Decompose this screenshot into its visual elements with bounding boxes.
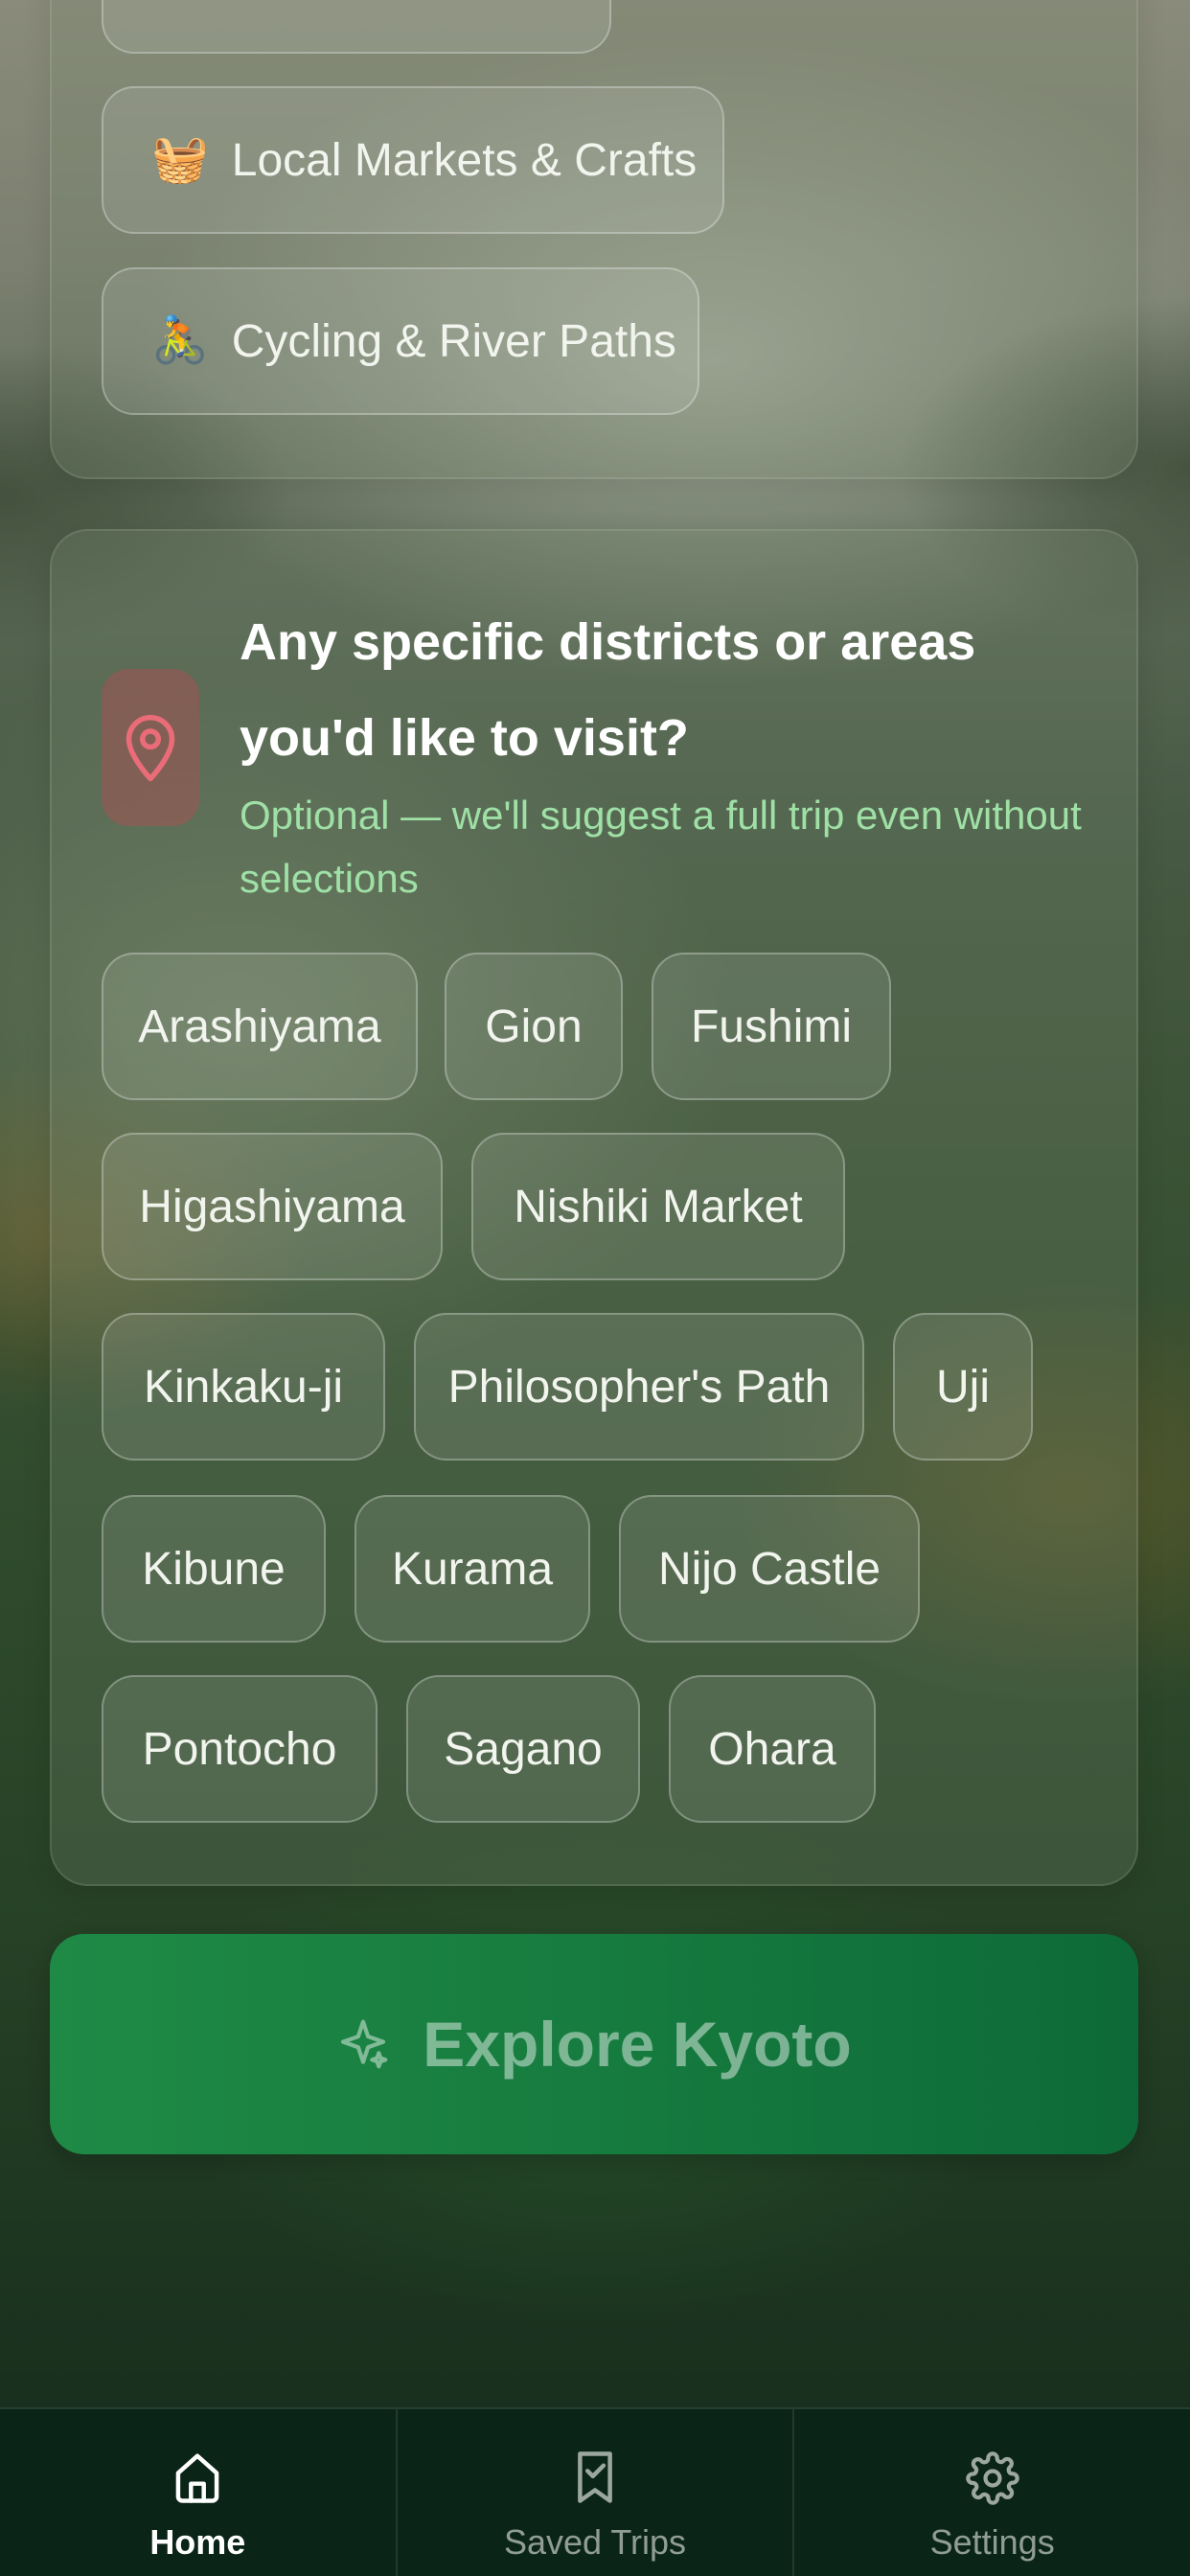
interest-pill-cycling[interactable]: 🚴 Cycling & River Paths xyxy=(102,267,699,415)
district-pill-pontocho[interactable]: Pontocho xyxy=(102,1675,378,1823)
district-pill-ohara[interactable]: Ohara xyxy=(669,1675,876,1823)
interest-label: Local Markets & Crafts xyxy=(231,134,698,186)
district-pill-uji[interactable]: Uji xyxy=(893,1313,1033,1460)
district-pill-arashiyama[interactable]: Arashiyama xyxy=(102,953,418,1100)
explore-button-label: Explore Kyoto xyxy=(423,2009,852,2080)
district-pill-gion[interactable]: Gion xyxy=(445,953,623,1100)
district-pill-fushimi[interactable]: Fushimi xyxy=(652,953,891,1100)
district-pill-kurama[interactable]: Kurama xyxy=(355,1495,590,1643)
tab-bar: Home Saved Trips Settings xyxy=(0,2407,1190,2576)
districts-question: Any specific districts or areas you'd li… xyxy=(240,613,976,767)
tab-label: Settings xyxy=(929,2522,1055,2562)
home-icon xyxy=(172,2450,223,2505)
gear-icon xyxy=(965,2451,1019,2505)
district-pill-sagano[interactable]: Sagano xyxy=(406,1675,640,1823)
district-pill-nijo-castle[interactable]: Nijo Castle xyxy=(619,1495,920,1643)
basket-icon: 🧺 xyxy=(151,134,209,185)
tab-label: Saved Trips xyxy=(503,2522,687,2562)
interest-pill-local-markets[interactable]: 🧺 Local Markets & Crafts xyxy=(102,86,724,234)
district-pill-nishiki-market[interactable]: Nishiki Market xyxy=(471,1133,845,1280)
tab-settings[interactable]: Settings xyxy=(792,2409,1190,2576)
districts-hint: Optional — we'll suggest a full trip eve… xyxy=(240,793,1082,901)
tab-home[interactable]: Home xyxy=(0,2409,396,2576)
district-pill-higashiyama[interactable]: Higashiyama xyxy=(102,1133,443,1280)
tab-label: Home xyxy=(149,2522,246,2562)
sparkle-icon xyxy=(336,2017,390,2071)
district-pill-kinkaku-ji[interactable]: Kinkaku-ji xyxy=(102,1313,385,1460)
bookmark-check-icon xyxy=(571,2450,619,2505)
district-pill-philosophers-path[interactable]: Philosopher's Path xyxy=(414,1313,864,1460)
interest-label: Cycling & River Paths xyxy=(231,315,676,367)
interest-pill-partial[interactable] xyxy=(102,0,611,54)
district-pill-kibune[interactable]: Kibune xyxy=(102,1495,326,1643)
map-pin-icon xyxy=(102,669,199,826)
bicycle-icon: 🚴 xyxy=(151,315,209,366)
explore-button[interactable]: Explore Kyoto xyxy=(50,1934,1138,2154)
tab-saved-trips[interactable]: Saved Trips xyxy=(395,2409,793,2576)
